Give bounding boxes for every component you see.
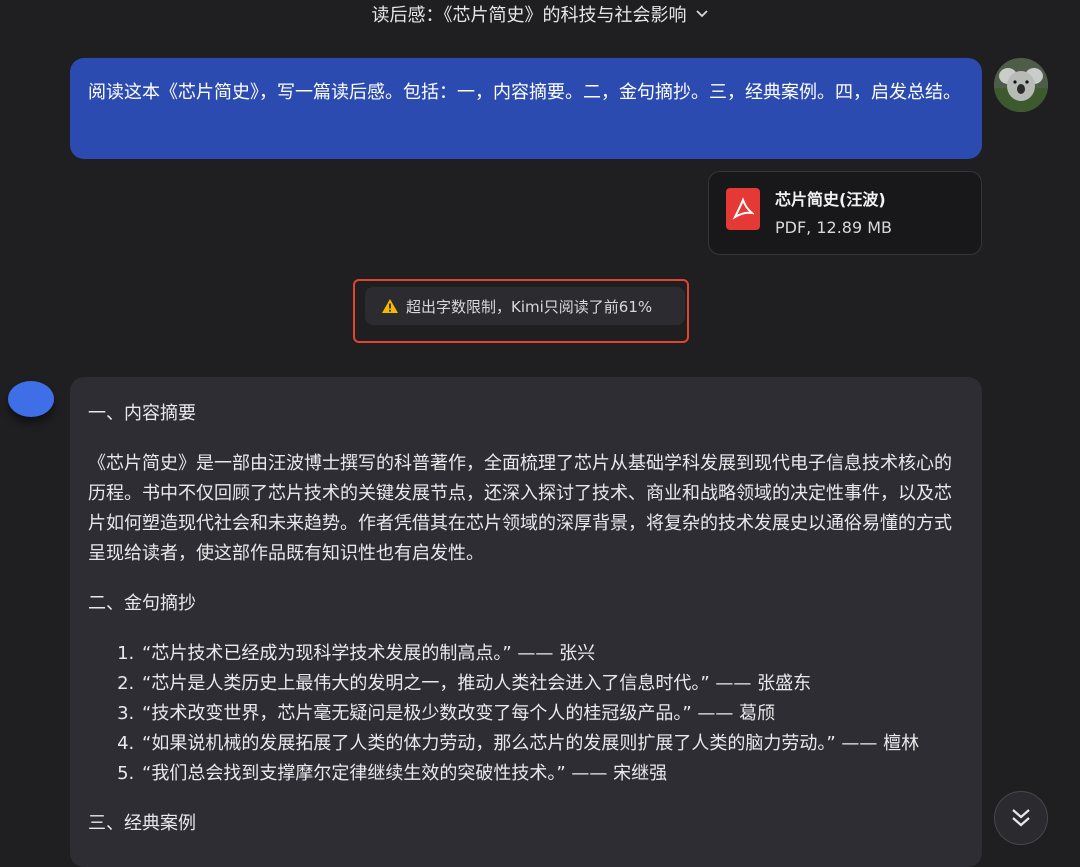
quote-item: “如果说机械的发展拓展了人类的体力劳动，那么芯片的发展则扩展了人类的脑力劳动。”…	[140, 729, 964, 759]
attachment-file-name: 芯片简史(汪波)	[775, 190, 886, 209]
user-avatar[interactable]	[994, 58, 1048, 112]
quotes-list: “芯片技术已经成为现科学技术发展的制高点。” —— 张兴 “芯片是人类历史上最伟…	[88, 639, 964, 789]
section-heading-quotes: 二、金句摘抄	[88, 593, 196, 614]
quote-item: “我们总会找到支撑摩尔定律继续生效的突破性技术。” —— 宋继强	[140, 759, 964, 789]
section-heading-cases: 三、经典案例	[88, 813, 196, 834]
pdf-icon	[726, 188, 760, 230]
chevron-down-icon[interactable]	[695, 9, 709, 19]
user-message-bubble: 阅读这本《芯片简史》，写一篇读后感。包括：一，内容摘要。二，金句摘抄。三，经典案…	[70, 58, 982, 159]
koala-avatar-image	[994, 58, 1048, 112]
assistant-message-bubble: 一、内容摘要 《芯片简史》是一部由汪波博士撰写的科普著作，全面梳理了芯片从基础学…	[70, 377, 982, 867]
truncation-notice: 超出字数限制，Kimi只阅读了前61%	[365, 287, 685, 325]
quote-item: “芯片是人类历史上最伟大的发明之一，推动人类社会进入了信息时代。” —— 张盛东	[140, 669, 964, 699]
user-message-text: 阅读这本《芯片简史》，写一篇读后感。包括：一，内容摘要。二，金句摘抄。三，经典案…	[88, 82, 961, 103]
pdf-attachment-card[interactable]: 芯片简史(汪波) PDF, 12.89 MB	[708, 171, 982, 255]
attachment-file-meta: PDF, 12.89 MB	[775, 218, 893, 237]
quote-item: “芯片技术已经成为现科学技术发展的制高点。” —— 张兴	[140, 639, 964, 669]
quote-item: “技术改变世界，芯片毫无疑问是极少数改变了每个人的桂冠级产品。” —— 葛颀	[140, 699, 964, 729]
conversation-title[interactable]: 读后感：《芯片简史》的科技与社会影响	[0, 0, 1080, 28]
warning-icon	[381, 298, 399, 314]
section-heading-summary: 一、内容摘要	[88, 403, 196, 424]
truncation-notice-text: 超出字数限制，Kimi只阅读了前61%	[406, 297, 653, 316]
double-chevron-down-icon	[1012, 809, 1030, 827]
summary-paragraph: 《芯片简史》是一部由汪波博士撰写的科普著作，全面梳理了芯片从基础学科发展到现代电…	[88, 453, 952, 564]
scroll-to-bottom-button[interactable]	[994, 791, 1048, 845]
conversation-title-text: 读后感：《芯片简史》的科技与社会影响	[371, 5, 687, 26]
kimi-avatar	[8, 381, 54, 417]
